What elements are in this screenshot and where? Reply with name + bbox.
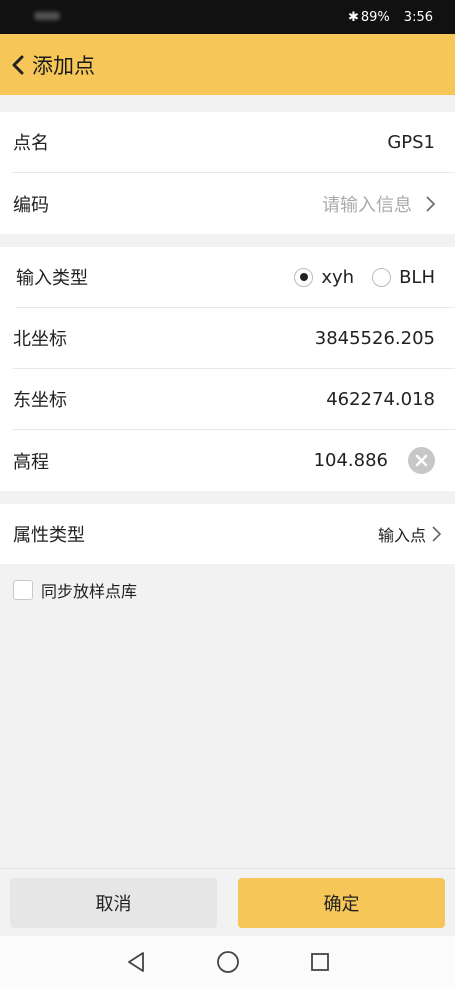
point-name-row[interactable]: 点名 GPS1 xyxy=(13,112,455,173)
height-row[interactable]: 高程 104.886 xyxy=(13,430,455,491)
cancel-button[interactable]: 取消 xyxy=(10,877,217,928)
nav-recents-icon[interactable] xyxy=(307,949,333,975)
east-value[interactable]: 462274.018 xyxy=(326,389,435,410)
point-name-label: 点名 xyxy=(13,133,49,154)
height-value[interactable]: 104.886 xyxy=(314,450,388,471)
page-title: 添加点 xyxy=(32,53,95,78)
attribute-row[interactable]: 属性类型 输入点 xyxy=(13,504,455,564)
radio-blh-indicator[interactable] xyxy=(372,267,392,287)
confirm-button[interactable]: 确定 xyxy=(238,877,445,928)
east-row[interactable]: 东坐标 462274.018 xyxy=(13,369,455,430)
code-input[interactable]: 请输入信息 xyxy=(322,191,412,217)
system-nav-bar xyxy=(0,936,455,987)
chevron-right-icon xyxy=(426,195,435,212)
coordinate-group: 输入类型 xyh BLH 北坐标 3845526.205 东坐标 462274.… xyxy=(0,247,455,491)
notification-icon xyxy=(34,12,60,20)
chevron-right-icon xyxy=(432,526,441,542)
clear-icon[interactable] xyxy=(408,447,435,474)
radio-blh-label: BLH xyxy=(399,266,435,288)
status-bar: ✱ 89% 3:56 xyxy=(0,0,455,34)
radio-blh[interactable]: BLH xyxy=(372,267,435,288)
north-label: 北坐标 xyxy=(13,329,67,350)
input-type-row: 输入类型 xyh BLH xyxy=(16,247,455,308)
back-chevron-icon[interactable] xyxy=(8,53,28,77)
attribute-value[interactable]: 输入点 xyxy=(378,522,426,546)
east-label: 东坐标 xyxy=(13,390,67,411)
radio-xyh-label: xyh xyxy=(321,266,355,288)
code-label: 编码 xyxy=(13,194,49,216)
code-row[interactable]: 编码 请输入信息 xyxy=(13,173,455,234)
action-bar: 取消 确定 xyxy=(0,868,455,936)
sync-label: 同步放样点库 xyxy=(41,582,138,601)
nav-back-icon[interactable] xyxy=(123,949,149,975)
north-row[interactable]: 北坐标 3845526.205 xyxy=(13,308,455,369)
point-info-group: 点名 GPS1 编码 请输入信息 xyxy=(0,112,455,234)
attribute-label: 属性类型 xyxy=(13,525,85,546)
bluetooth-icon: ✱ xyxy=(347,9,359,25)
sync-stakeout-option[interactable]: 同步放样点库 xyxy=(0,564,455,616)
height-label: 高程 xyxy=(13,451,49,473)
title-bar: 添加点 xyxy=(0,34,455,95)
battery-level: 89% xyxy=(360,9,390,25)
attribute-group: 属性类型 输入点 xyxy=(0,504,455,564)
north-value[interactable]: 3845526.205 xyxy=(315,328,435,349)
sync-checkbox[interactable] xyxy=(13,580,33,600)
clock: 3:56 xyxy=(403,9,433,25)
radio-xyh-indicator[interactable] xyxy=(294,267,314,287)
input-type-label: 输入类型 xyxy=(16,268,88,289)
point-name-value[interactable]: GPS1 xyxy=(387,132,435,153)
radio-xyh[interactable]: xyh xyxy=(294,267,354,288)
nav-home-icon[interactable] xyxy=(215,949,241,975)
